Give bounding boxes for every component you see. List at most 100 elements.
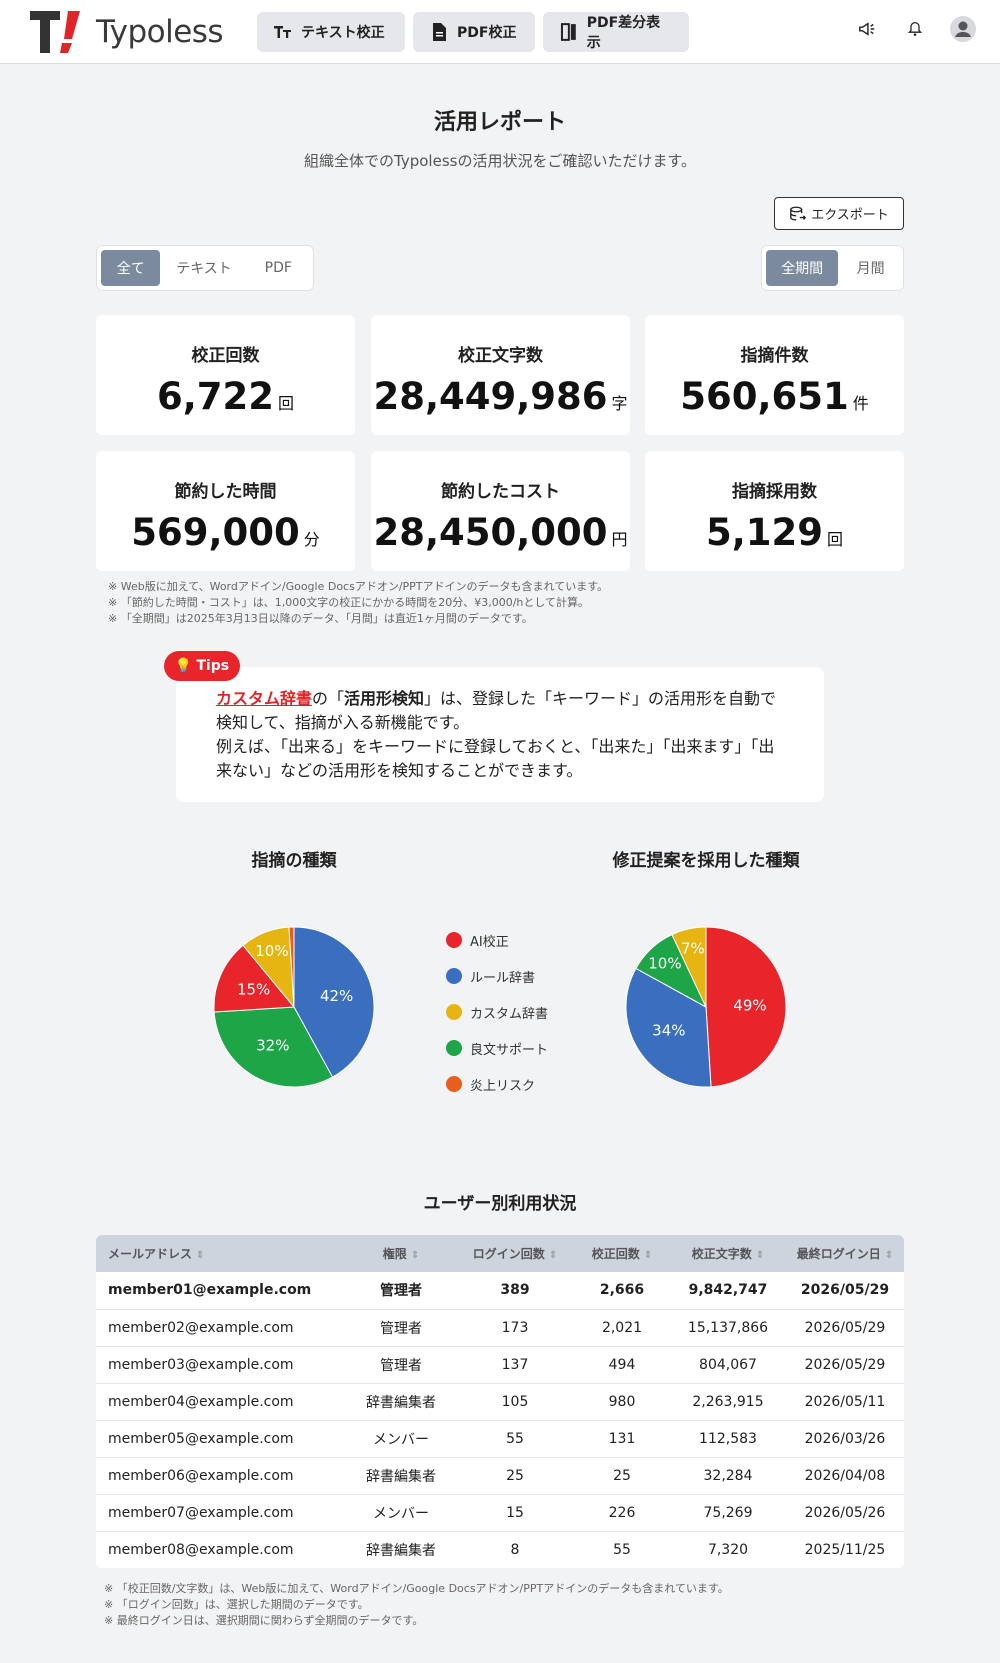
stat-card-char-count: 校正文字数 28,449,986 字 xyxy=(371,315,630,435)
table-cell: member01@example.com xyxy=(108,1282,312,1299)
sort-icon: ⇕ xyxy=(643,1250,653,1261)
document-icon xyxy=(433,23,446,41)
page-subtitle: 組織全体でのTypolessの活用状況をご確認いただけます。 xyxy=(304,152,696,170)
chart-legend: AI校正 ルール辞書 カスタム辞書 良文サポート 炎上リスク xyxy=(446,922,548,1102)
sort-icon: ⇕ xyxy=(548,1250,558,1261)
table-cell: 25 xyxy=(506,1467,524,1484)
col-email[interactable]: メールアドレス ⇕ xyxy=(96,1235,346,1272)
table-cell: 15 xyxy=(506,1504,524,1521)
table-cell: 494 xyxy=(608,1356,636,1373)
table-title: ユーザー別利用状況 xyxy=(423,1194,577,1214)
table-cell: 2026/05/11 xyxy=(804,1393,886,1410)
text-size-icon xyxy=(274,26,291,38)
period-filter: 全期間 月間 xyxy=(761,245,904,291)
table-cell: 2,263,915 xyxy=(692,1393,764,1410)
col-proofread-count[interactable]: 校正回数 ⇕ xyxy=(574,1235,670,1272)
bell-icon[interactable] xyxy=(902,16,928,42)
filter-all[interactable]: 全て xyxy=(101,250,161,286)
table-cell: member06@example.com xyxy=(108,1467,294,1484)
sort-icon: ⇕ xyxy=(410,1250,420,1261)
tips-example: 例えば、「出来る」をキーワードに登録しておくと、「出来た」「出来ます」「出来ない… xyxy=(216,737,775,780)
col-char-count[interactable]: 校正文字数 ⇕ xyxy=(670,1235,786,1272)
table-cell: 2,021 xyxy=(601,1319,643,1336)
pie-label: 7% xyxy=(681,939,705,957)
pie-label: 10% xyxy=(648,954,681,972)
stat-card-proofread-count: 校正回数 6,722 回 xyxy=(96,315,355,435)
table-cell: member05@example.com xyxy=(108,1430,294,1447)
app-header: Typoless テキスト校正 PDF校正 PDF差分表示 xyxy=(0,0,1000,64)
table-cell: 137 xyxy=(501,1356,529,1373)
table-row: member06@example.com 辞書編集者 25 25 32,284 2026/… xyxy=(96,1457,904,1494)
megaphone-icon[interactable] xyxy=(854,16,880,42)
stat-label: 節約した時間 xyxy=(174,482,277,502)
export-label: エクスポート xyxy=(811,208,889,223)
table-cell: 9,842,747 xyxy=(688,1282,768,1299)
stat-value: 560,651 件 xyxy=(680,375,869,418)
table-cell: 2026/05/26 xyxy=(804,1504,886,1521)
avatar-icon[interactable] xyxy=(950,16,976,42)
pie-chart-adopted-types: 49% 34% 10%7% xyxy=(625,926,787,1088)
period-monthly[interactable]: 月間 xyxy=(842,250,899,286)
nav-pdf-proofread[interactable]: PDF校正 xyxy=(413,12,535,52)
pie-chart-issue-types: 42% 32% 15% 10% xyxy=(213,926,375,1088)
table-cell: 2,666 xyxy=(599,1282,645,1299)
nav-label: PDF差分表示 xyxy=(586,15,661,51)
custom-dictionary-link[interactable]: カスタム辞書 xyxy=(216,689,312,708)
table-cell: 管理者 xyxy=(380,1320,422,1337)
col-last-login[interactable]: 最終ログイン日 ⇕ xyxy=(786,1235,904,1272)
stat-value: 28,450,000 円 xyxy=(373,511,628,554)
table-row: member08@example.com 辞書編集者 8 55 7,320 2025/11… xyxy=(96,1531,904,1568)
brand-logo[interactable]: Typoless xyxy=(28,9,224,55)
period-all[interactable]: 全期間 xyxy=(766,250,839,286)
chart-title-adopted-types: 修正提案を採用した種類 xyxy=(612,851,800,871)
table-cell: 55 xyxy=(613,1541,631,1558)
stat-value: 6,722 回 xyxy=(156,375,295,418)
pie-label: 15% xyxy=(237,981,270,999)
table-cell: 2026/05/29 xyxy=(804,1319,886,1336)
table-row: member05@example.com メンバー 55 131 112,583 2026… xyxy=(96,1420,904,1457)
table-cell: 55 xyxy=(506,1430,524,1447)
legend-dot xyxy=(446,1004,462,1020)
note-line: ※ 「全期間」は2025年3月13日以降のデータ、「月間」は直近1ヶ月間のデータ… xyxy=(108,612,533,625)
col-role[interactable]: 権限 ⇕ xyxy=(346,1235,456,1272)
filter-text[interactable]: テキスト xyxy=(164,250,243,286)
user-usage-table: メールアドレス ⇕ 権限 ⇕ ログイン回数 ⇕ 校正回数 ⇕ 校正文字数 ⇕ 最終ログイン… xyxy=(96,1235,904,1568)
table-cell: 75,269 xyxy=(703,1504,753,1521)
nav-text-proofread[interactable]: テキスト校正 xyxy=(257,12,405,52)
stat-value: 28,449,986 字 xyxy=(373,375,628,418)
table-cell: member02@example.com xyxy=(108,1319,294,1336)
stat-notes: ※ Web版に加えて、Wordアドイン/Google Docsアドオン/PPTア… xyxy=(108,579,608,627)
stat-card-adopted-count: 指摘採用数 5,129 回 xyxy=(645,451,904,571)
export-button[interactable]: エクスポート xyxy=(774,197,904,230)
table-cell: member08@example.com xyxy=(108,1541,294,1558)
note-line: ※ 「校正回数/文字数」は、Web版に加えて、Wordアドイン/Google D… xyxy=(104,1582,729,1595)
table-cell: 7,320 xyxy=(707,1541,749,1558)
stat-value: 569,000 分 xyxy=(131,511,320,554)
stat-label: 校正回数 xyxy=(191,346,260,366)
table-header-row: メールアドレス ⇕ 権限 ⇕ ログイン回数 ⇕ 校正回数 ⇕ 校正文字数 ⇕ 最終ログイン… xyxy=(96,1235,904,1272)
pie-label: 49% xyxy=(733,997,766,1015)
sort-icon: ⇕ xyxy=(755,1250,765,1261)
table-cell: 15,137,866 xyxy=(687,1319,769,1336)
table-cell: 980 xyxy=(608,1393,636,1410)
typoless-logo-icon xyxy=(30,11,80,53)
table-cell: 8 xyxy=(510,1541,520,1558)
stat-card-issue-count: 指摘件数 560,651 件 xyxy=(645,315,904,435)
stat-label: 指摘件数 xyxy=(740,346,809,366)
table-cell: メンバー xyxy=(373,1431,429,1448)
table-cell: member03@example.com xyxy=(108,1356,294,1373)
table-cell: 112,583 xyxy=(699,1430,757,1447)
nav-label: PDF校正 xyxy=(457,25,517,41)
table-cell: 2026/05/29 xyxy=(804,1356,886,1373)
stat-value: 5,129 回 xyxy=(705,511,844,554)
table-cell: member04@example.com xyxy=(108,1393,294,1410)
note-line: ※ 「節約した時間・コスト」は、1,000文字の校正にかかる時間を20分、¥3,… xyxy=(108,596,590,609)
chart-title-issue-types: 指摘の種類 xyxy=(251,851,337,871)
stat-card-saved-cost: 節約したコスト 28,450,000 円 xyxy=(371,451,630,571)
col-login-count[interactable]: ログイン回数 ⇕ xyxy=(456,1235,574,1272)
nav-pdf-diff[interactable]: PDF差分表示 xyxy=(543,12,689,52)
page-title: 活用レポート xyxy=(433,110,566,135)
table-cell: 辞書編集者 xyxy=(366,1394,436,1411)
table-row: member01@example.com 管理者 389 2,666 9,842,747… xyxy=(96,1272,904,1309)
filter-pdf[interactable]: PDF xyxy=(248,250,309,286)
